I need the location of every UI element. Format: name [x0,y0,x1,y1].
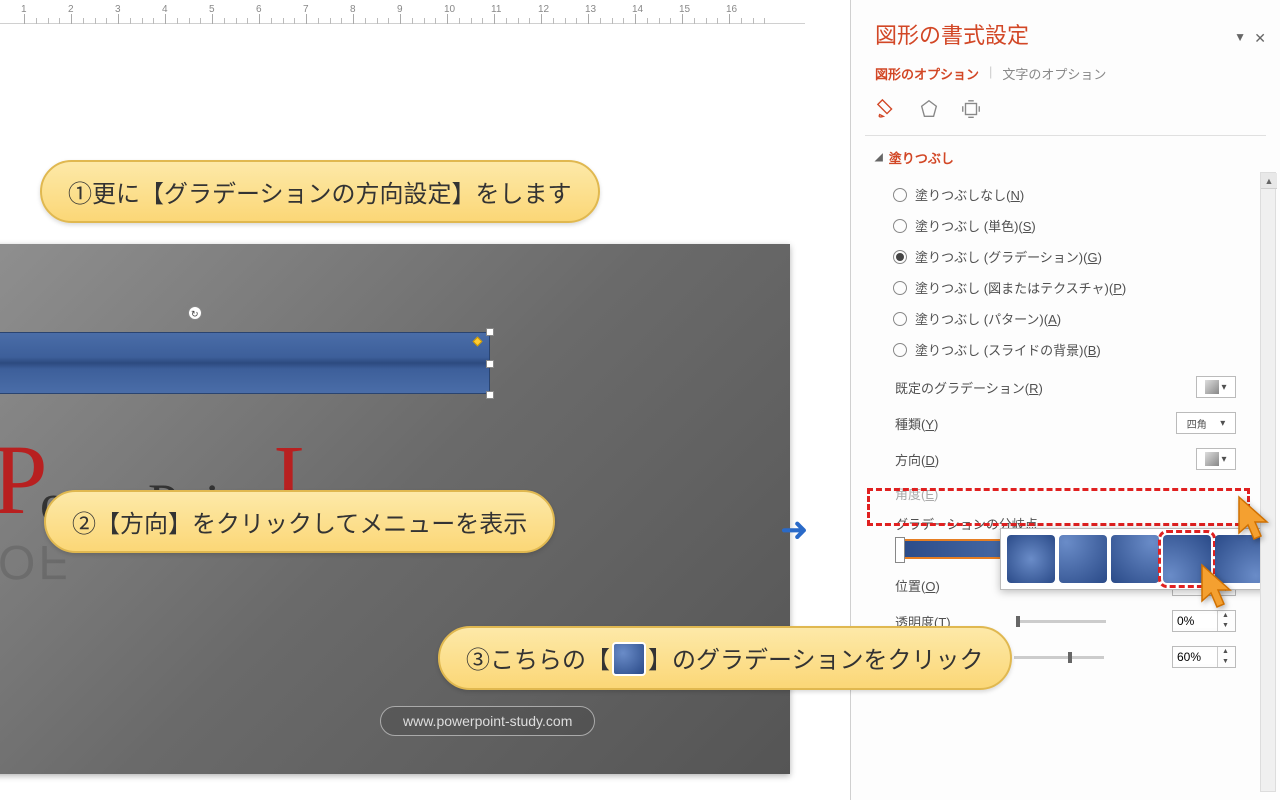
gradient-direction-row: 方向(D) ▾ [851,441,1280,477]
fill-pattern-radio[interactable]: 塗りつぶし (パターン)(A) [879,303,1252,334]
scroll-up-button[interactable]: ▲ [1261,173,1277,189]
gradient-direction-dropdown[interactable]: ▾ [1196,448,1236,470]
category-icons [851,93,1280,135]
horizontal-ruler: 12345678910111213141516 [0,0,805,24]
fill-slidebg-radio[interactable]: 塗りつぶし (スライドの背景)(B) [879,334,1252,365]
cursor-pointer-icon [1235,495,1275,552]
fill-line-icon[interactable] [875,97,899,121]
gradient-direction-option[interactable] [1111,535,1159,583]
brightness-slider[interactable] [1014,656,1104,659]
transparency-slider[interactable] [1016,620,1106,623]
fill-none-radio[interactable]: 塗りつぶしなし(N) [879,179,1252,210]
url-badge: www.powerpoint-study.com [380,706,595,736]
effects-icon[interactable] [917,97,941,121]
gradient-direction-option[interactable] [1007,535,1055,583]
annotation-arrow-icon: ➜ [780,510,809,550]
annotation-callout-2: ②【方向】をクリックしてメニューを表示 [44,490,555,553]
close-icon[interactable]: ✕ [1254,30,1266,47]
fill-gradient-radio[interactable]: 塗りつぶし (グラデーション)(G) [879,241,1252,272]
fill-section-header[interactable]: ◢ 塗りつぶし [851,136,1280,175]
task-pane-options-icon[interactable]: ▼ [1234,30,1246,44]
fill-solid-radio[interactable]: 塗りつぶし (単色)(S) [879,210,1252,241]
cursor-pointer-icon [1198,563,1238,620]
selected-shape[interactable] [0,332,490,394]
brightness-spinner[interactable]: ▲▼ [1172,646,1236,668]
collapse-arrow-icon: ◢ [875,152,883,163]
annotation-callout-1: ①更に【グラデーションの方向設定】をします [40,160,600,223]
gradient-stop-handle[interactable] [895,537,905,563]
resize-handle[interactable] [486,328,494,336]
tab-shape-options[interactable]: 図形のオプション [875,64,979,83]
fill-picture-radio[interactable]: 塗りつぶし (図またはテクスチャ)(P) [879,272,1252,303]
tab-text-options[interactable]: 文字のオプション [1002,64,1106,83]
panel-option-tabs: 図形のオプション | 文字のオプション [851,62,1280,93]
panel-title: 図形の書式設定 [851,0,1280,62]
preset-gradient-dropdown[interactable]: ▾ [1196,376,1236,398]
gradient-direction-option[interactable] [1059,535,1107,583]
size-properties-icon[interactable] [959,97,983,121]
gradient-swatch-icon [612,642,646,676]
resize-handle[interactable] [486,360,494,368]
panel-scrollbar[interactable]: ▲ [1260,172,1276,792]
rotation-handle[interactable]: ↻ [188,306,202,320]
ruler-ticks: 12345678910111213141516 [0,0,805,23]
gradient-type-row: 種類(Y) 四角▾ [851,405,1280,441]
resize-handle[interactable] [486,391,494,399]
fill-options-group: 塗りつぶしなし(N) 塗りつぶし (単色)(S) 塗りつぶし (グラデーション)… [851,175,1280,369]
preset-gradient-row: 既定のグラデーション(R) ▾ [851,369,1280,405]
gradient-type-dropdown[interactable]: 四角▾ [1176,412,1236,434]
gradient-angle-row: 角度(E) [851,477,1280,510]
annotation-callout-3: ③こちらの【】のグラデーションをクリック [438,626,1012,690]
